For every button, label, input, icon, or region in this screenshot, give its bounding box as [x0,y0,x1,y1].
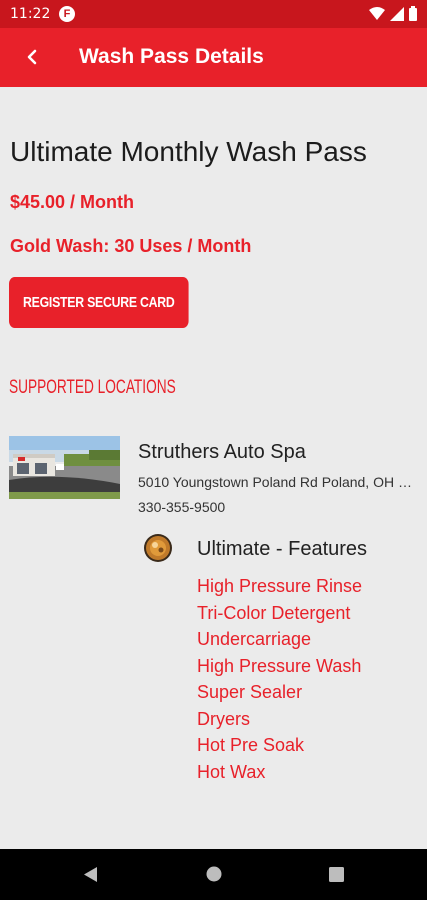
wash-tier-badge-icon [144,534,172,562]
system-nav-bar [0,849,427,900]
location-name[interactable]: Struthers Auto Spa [138,441,306,464]
chevron-left-icon[interactable] [20,43,44,71]
feature-item: High Pressure Wash [197,655,362,676]
supported-locations-heading: Supported Locations [9,377,176,398]
feature-item: Undercarriage [197,629,312,649]
app-bar: Wash Pass Details [0,28,427,87]
register-secure-card-button[interactable]: Register Secure Card [9,277,189,328]
nav-home-icon[interactable] [206,866,222,882]
page-title: Wash Pass Details [79,45,264,68]
pass-uses: Gold Wash: 30 Uses / Month [10,236,252,256]
feature-item: Hot Pre Soak [197,735,305,755]
status-bar: 11:22 F [0,0,427,28]
feature-item: Dryers [197,708,250,729]
location-photo[interactable] [9,436,120,499]
wifi-icon [369,6,385,20]
feature-item: High Pressure Rinse [197,576,363,596]
pass-price: $45.00 / Month [10,192,135,212]
pass-title: Ultimate Monthly Wash Pass [10,136,367,167]
location-phone[interactable]: 330-355-9500 [138,499,225,515]
battery-icon [409,6,417,21]
status-time: 11:22 [10,6,51,22]
nav-back-icon[interactable] [82,866,98,883]
location-address: 5010 Youngstown Poland Rd Poland, OH 445… [138,474,413,490]
nav-recents-icon[interactable] [329,867,344,882]
feature-item: Tri-Color Detergent [197,602,351,623]
feature-item: Super Sealer [197,682,303,702]
signal-icon [390,6,404,21]
status-icons [369,6,417,21]
flag-app-icon: F [59,6,75,22]
features-title: Ultimate - Features [197,538,368,560]
feature-item: Hot Wax [197,761,266,782]
features-list: High Pressure Rinse Tri-Color Detergent … [197,573,362,785]
